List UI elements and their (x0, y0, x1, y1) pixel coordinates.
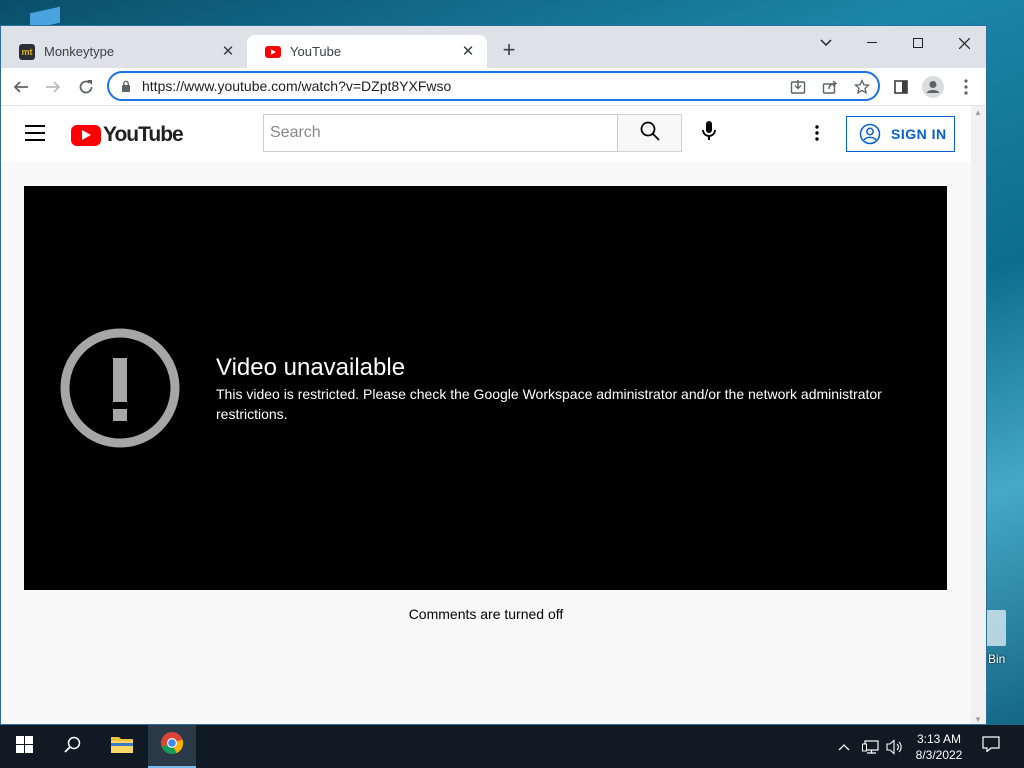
clock-date: 8/3/2022 (915, 748, 963, 762)
side-panel-icon[interactable] (889, 75, 913, 99)
video-player[interactable]: Video unavailable This video is restrict… (24, 186, 947, 590)
voice-search-button[interactable] (691, 115, 727, 151)
recycle-bin-label: Bin (988, 652, 1006, 666)
tab-bar: mt Monkeytype ✕ YouTube ✕ + (1, 26, 986, 68)
notifications-button[interactable] (982, 725, 1000, 768)
address-bar[interactable]: https://www.youtube.com/watch?v=DZpt8YXF… (107, 71, 880, 101)
youtube-play-icon (71, 124, 101, 146)
tab-monkeytype[interactable]: mt Monkeytype ✕ (1, 35, 247, 68)
search-icon (640, 121, 660, 146)
share-icon[interactable] (821, 78, 839, 96)
recycle-bin-icon[interactable] (986, 610, 1006, 646)
close-window-button[interactable] (941, 29, 986, 57)
url-text[interactable]: https://www.youtube.com/watch?v=DZpt8YXF… (142, 78, 451, 94)
windows-logo-icon (15, 735, 33, 758)
show-hidden-icons-button[interactable] (838, 725, 850, 768)
youtube-icon (265, 44, 281, 60)
tab-title: YouTube (290, 44, 342, 59)
taskbar-clock[interactable]: 3:13 AM 8/3/2022 (905, 731, 973, 763)
microphone-icon (702, 120, 716, 146)
monkeytype-icon: mt (19, 43, 35, 60)
tab-search-button[interactable] (803, 29, 849, 57)
browser-toolbar: https://www.youtube.com/watch?v=DZpt8YXF… (1, 68, 986, 106)
network-icon[interactable] (862, 725, 880, 768)
browser-window: mt Monkeytype ✕ YouTube ✕ + https://www.… (0, 25, 987, 725)
settings-more-icon[interactable] (804, 120, 830, 146)
install-app-icon[interactable] (789, 78, 807, 96)
notification-icon (982, 736, 1000, 757)
scroll-up-arrow-icon[interactable]: ▲ (974, 108, 982, 117)
tab-youtube[interactable]: YouTube ✕ (247, 35, 487, 68)
lock-icon[interactable] (121, 80, 131, 98)
close-tab-icon[interactable]: ✕ (219, 42, 237, 60)
scroll-down-arrow-icon[interactable]: ▼ (974, 715, 982, 724)
error-message: This video is restricted. Please check t… (216, 386, 882, 422)
sign-in-button[interactable]: SIGN IN (846, 116, 955, 152)
file-explorer-button[interactable] (98, 725, 146, 768)
chrome-icon (160, 731, 184, 760)
maximize-button[interactable] (895, 29, 941, 57)
new-tab-button[interactable]: + (498, 39, 520, 62)
comments-status: Comments are turned off (408, 606, 564, 622)
taskbar-search-button[interactable] (48, 725, 96, 768)
volume-icon[interactable] (886, 725, 904, 768)
error-title: Video unavailable (216, 354, 406, 381)
forward-button[interactable] (41, 75, 65, 99)
hamburger-menu-icon[interactable] (25, 125, 45, 141)
back-button[interactable] (9, 75, 33, 99)
taskbar: 3:13 AM 8/3/2022 (0, 725, 1024, 768)
search-button[interactable] (618, 114, 682, 152)
sign-in-label: SIGN IN (891, 126, 947, 142)
youtube-logo[interactable]: YouTube (71, 123, 184, 147)
reload-button[interactable] (74, 75, 98, 99)
search-icon (63, 736, 81, 758)
youtube-header: YouTube SIGN IN (1, 106, 971, 162)
youtube-page: YouTube SIGN IN (1, 106, 971, 724)
search-input[interactable] (263, 114, 618, 152)
page-scrollbar[interactable]: ▲ ▼ (971, 106, 986, 724)
alert-icon (60, 328, 180, 448)
profile-avatar-icon[interactable] (921, 75, 945, 99)
bookmark-star-icon[interactable] (853, 78, 871, 96)
youtube-logo-text: YouTube (103, 123, 184, 146)
browser-menu-icon[interactable] (954, 75, 978, 99)
clock-time: 3:13 AM (916, 732, 962, 746)
close-tab-icon[interactable]: ✕ (459, 42, 477, 60)
minimize-button[interactable] (849, 29, 895, 57)
chrome-taskbar-button[interactable] (148, 725, 196, 768)
start-button[interactable] (0, 725, 48, 768)
account-circle-icon (859, 123, 881, 145)
folder-icon (110, 734, 134, 759)
tab-title: Monkeytype (44, 44, 115, 59)
